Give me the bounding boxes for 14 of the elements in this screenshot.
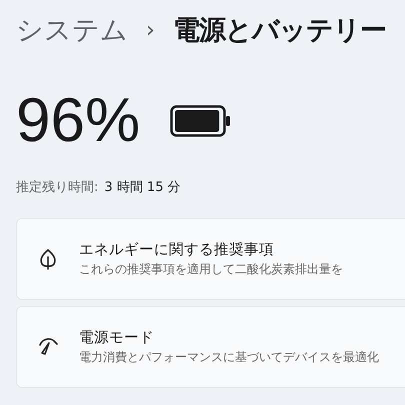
gauge-icon — [37, 337, 59, 357]
page-title: 電源とバッテリー — [172, 14, 386, 48]
card-title: エネルギーに関する推奨事項 — [79, 241, 275, 259]
breadcrumb-separator: › — [146, 18, 155, 42]
breadcrumb-parent[interactable]: システム — [16, 12, 128, 48]
card-description: これらの推奨事項を適用して二酸化炭素排出量を — [79, 261, 343, 278]
estimate-value: 3 時間 15 分 — [104, 179, 181, 196]
estimate-label: 推定残り時間: — [16, 179, 98, 196]
battery-percent: 96% — [16, 90, 140, 152]
card-title: 電源モード — [79, 329, 155, 347]
battery-icon — [170, 105, 232, 137]
settings-card[interactable]: 電源モード 電力消費とパフォーマンスに基づいてデバイスを最適化 — [16, 306, 405, 388]
settings-card[interactable]: エネルギーに関する推奨事項 これらの推奨事項を適用して二酸化炭素排出量を — [16, 218, 405, 300]
card-description: 電力消費とパフォーマンスに基づいてデバイスを最適化 — [79, 349, 379, 366]
